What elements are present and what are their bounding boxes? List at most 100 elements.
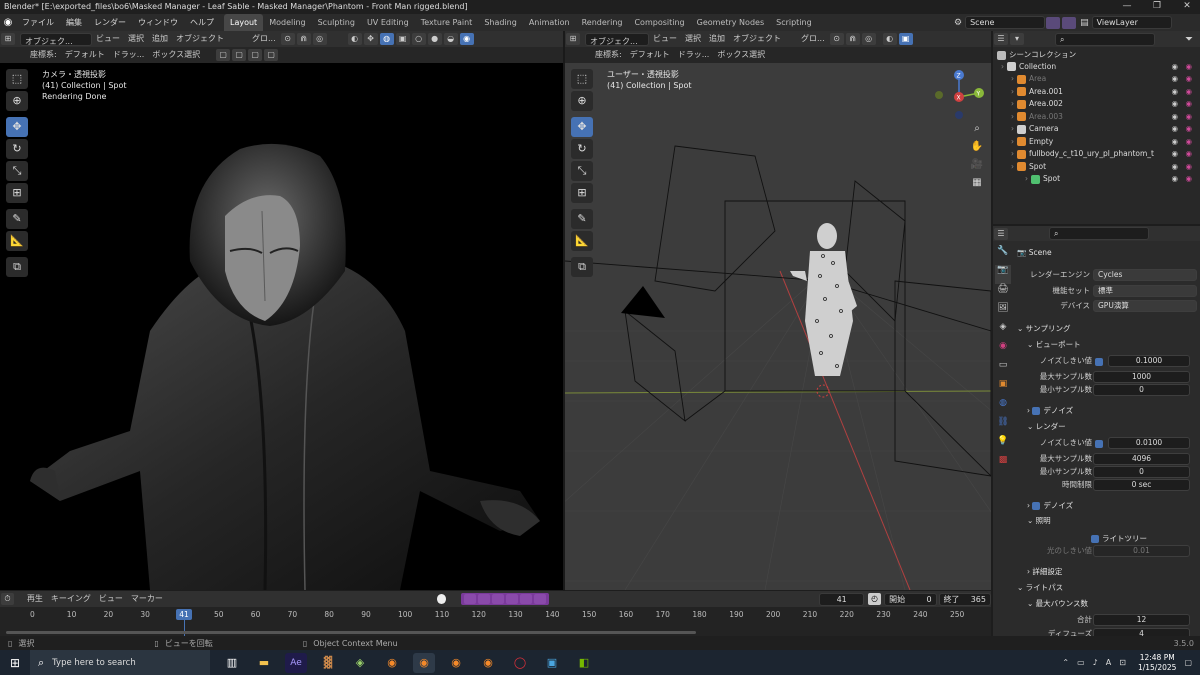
menu-item[interactable]: 編集 bbox=[60, 14, 88, 31]
end-frame-field[interactable]: 終了 365 bbox=[938, 592, 991, 606]
advanced-subsection[interactable]: › 詳細設定 bbox=[1027, 566, 1062, 577]
ime-icon[interactable]: ⊡ bbox=[1119, 658, 1126, 667]
device-dropdown[interactable]: GPU演算 bbox=[1093, 300, 1197, 312]
expand-icon[interactable]: › bbox=[1011, 162, 1014, 171]
menu-item[interactable]: ヘルプ bbox=[184, 14, 220, 31]
outliner-item[interactable]: › Area.001 ◉ ◉ bbox=[997, 87, 1196, 100]
eye-icon[interactable]: ◉ bbox=[1171, 74, 1178, 83]
world-tab-icon[interactable]: ◉ bbox=[995, 341, 1011, 360]
outliner-item[interactable]: › Collection ◉ ◉ bbox=[997, 62, 1196, 75]
measure-tool-icon-right[interactable]: 📐 bbox=[571, 231, 593, 251]
camera-visibility-icon[interactable]: ◉ bbox=[1185, 174, 1192, 183]
expand-icon[interactable]: › bbox=[1025, 174, 1028, 183]
eye-icon[interactable]: ◉ bbox=[1171, 112, 1178, 121]
eye-icon[interactable]: ◉ bbox=[1171, 87, 1178, 96]
add-cube-tool-icon-right[interactable]: ⧉ bbox=[571, 257, 593, 277]
timeline-view-menu[interactable]: ビュー bbox=[95, 591, 127, 607]
properties-editor-icon[interactable]: ☰ bbox=[994, 227, 1008, 240]
record-icon[interactable] bbox=[436, 594, 447, 604]
view-layer-tab-icon[interactable]: 🖼 bbox=[995, 303, 1011, 322]
outliner-item[interactable]: › Area.002 ◉ ◉ bbox=[997, 99, 1196, 112]
camera-visibility-icon[interactable]: ◉ bbox=[1185, 124, 1192, 133]
diffuse-bounces-field[interactable]: 4 bbox=[1093, 628, 1190, 636]
keying-menu[interactable]: キーイング bbox=[47, 591, 95, 607]
workspace-tab[interactable]: Modeling bbox=[263, 14, 311, 31]
eye-icon[interactable]: ◉ bbox=[1171, 99, 1178, 108]
maximize-icon[interactable]: ❐ bbox=[1148, 1, 1166, 11]
jump-start-icon[interactable] bbox=[464, 594, 477, 604]
scale-tool-icon-right[interactable]: ⤡ bbox=[571, 161, 593, 181]
r-min-samples-field[interactable]: 0 bbox=[1093, 466, 1190, 478]
collection-tab-icon[interactable]: ▭ bbox=[995, 360, 1011, 379]
outliner-item[interactable]: › fullbody_c_t10_ury_pl_phantom_t ◉ ◉ bbox=[997, 149, 1196, 162]
workspace-tab[interactable]: Texture Paint bbox=[415, 14, 479, 31]
rotate-tool-icon-right[interactable]: ↻ bbox=[571, 139, 593, 159]
texture-tab-icon[interactable]: ▩ bbox=[995, 455, 1011, 474]
marker-menu[interactable]: マーカー bbox=[127, 591, 167, 607]
expand-icon[interactable]: › bbox=[1011, 112, 1014, 121]
expand-icon[interactable]: › bbox=[1011, 149, 1014, 158]
tool-tab-icon[interactable]: 🔧 bbox=[995, 246, 1011, 265]
eye-icon[interactable]: ◉ bbox=[1171, 137, 1178, 146]
filter-icon[interactable]: ⏷ bbox=[1185, 34, 1193, 45]
playback-menu[interactable]: 再生 bbox=[23, 591, 47, 607]
blender-app-icon-1[interactable]: ◉ bbox=[381, 653, 403, 673]
render-engine-dropdown[interactable]: Cycles bbox=[1093, 269, 1197, 281]
eye-icon[interactable]: ◉ bbox=[1171, 162, 1178, 171]
scene-selector[interactable]: Scene bbox=[965, 16, 1046, 29]
network-icon[interactable]: ▭ bbox=[1077, 658, 1085, 667]
app-icon[interactable]: ▓ bbox=[317, 653, 339, 673]
expand-icon[interactable]: › bbox=[1011, 87, 1014, 96]
blender-app-icon-3[interactable]: ◉ bbox=[445, 653, 467, 673]
prev-key-icon[interactable] bbox=[478, 594, 491, 604]
expand-icon[interactable]: › bbox=[1011, 137, 1014, 146]
taskbar-search-input[interactable]: Type here to search bbox=[52, 658, 136, 668]
blender-logo-icon[interactable]: ◉ bbox=[0, 17, 16, 28]
vp-min-samples-field[interactable]: 0 bbox=[1093, 384, 1190, 396]
move-tool-icon-right[interactable]: ✥ bbox=[571, 117, 593, 137]
camera-visibility-icon[interactable]: ◉ bbox=[1185, 112, 1192, 121]
taskbar-search[interactable]: ⌕ Type here to search bbox=[30, 650, 210, 675]
eye-icon[interactable]: ◉ bbox=[1171, 174, 1178, 183]
timeline-scrollbar[interactable] bbox=[6, 631, 696, 634]
perspective-grid-icon[interactable]: ▦ bbox=[969, 177, 985, 195]
task-view-icon[interactable]: ▥ bbox=[221, 653, 243, 673]
viewlayer-icon[interactable]: ▤ bbox=[1080, 18, 1089, 28]
expand-icon[interactable]: › bbox=[1001, 62, 1004, 71]
render-subsection[interactable]: ⌄ レンダー bbox=[1027, 421, 1066, 432]
current-frame-field[interactable]: 41 bbox=[819, 592, 865, 606]
constraints-tab-icon[interactable]: ⛓ bbox=[995, 417, 1011, 436]
workspace-tab[interactable]: Layout bbox=[224, 14, 264, 31]
sampling-section[interactable]: ⌄ サンプリング bbox=[1017, 323, 1070, 334]
feature-set-dropdown[interactable]: 標準 bbox=[1093, 285, 1197, 297]
volume-icon[interactable]: ♪ bbox=[1093, 658, 1098, 667]
cursor-tool-icon-right[interactable]: ⊕ bbox=[571, 91, 593, 111]
viewport-camera[interactable]: ⊞ オブジェク... ビュー 選択 追加 オブジェクト グロ... ⊙ ⋒ ◎ … bbox=[0, 31, 563, 590]
render-tab-icon[interactable]: 📷 bbox=[995, 265, 1011, 284]
physics-tab-icon[interactable]: ◍ bbox=[995, 398, 1011, 417]
transform-tool-icon-right[interactable]: ⊞ bbox=[571, 183, 593, 203]
workspace-tab[interactable]: Rendering bbox=[576, 14, 629, 31]
workspace-tab[interactable]: Scripting bbox=[770, 14, 818, 31]
workspace-tab[interactable]: Sculpting bbox=[312, 14, 361, 31]
notification-icon[interactable]: ▢ bbox=[1184, 658, 1192, 667]
close-icon[interactable]: ✕ bbox=[1178, 1, 1196, 11]
menu-item[interactable]: ファイル bbox=[16, 14, 60, 31]
annotate-tool-icon-right[interactable]: ✎ bbox=[571, 209, 593, 229]
outliner-item[interactable]: › Spot ◉ ◉ bbox=[997, 174, 1196, 187]
output-tab-icon[interactable]: 🖨 bbox=[995, 284, 1011, 303]
properties-search-input[interactable]: ⌕ bbox=[1049, 227, 1149, 240]
vp-noise-field[interactable]: 0.1000 bbox=[1108, 355, 1190, 367]
jump-end-icon[interactable] bbox=[534, 594, 547, 604]
camera-visibility-icon[interactable]: ◉ bbox=[1185, 87, 1192, 96]
r-noise-checkbox[interactable] bbox=[1095, 440, 1103, 448]
timeline-editor-icon[interactable]: ⏱ bbox=[1, 593, 14, 605]
expand-icon[interactable]: › bbox=[1011, 74, 1014, 83]
navigation-gizmo[interactable]: Z Y X bbox=[931, 67, 987, 123]
vp-noise-checkbox[interactable] bbox=[1095, 358, 1103, 366]
outliner-item[interactable]: › Camera ◉ ◉ bbox=[997, 124, 1196, 137]
play-reverse-icon[interactable] bbox=[492, 594, 505, 604]
next-key-icon[interactable] bbox=[520, 594, 533, 604]
app-green-icon[interactable]: ◈ bbox=[349, 653, 371, 673]
language-icon[interactable]: A bbox=[1106, 658, 1111, 667]
